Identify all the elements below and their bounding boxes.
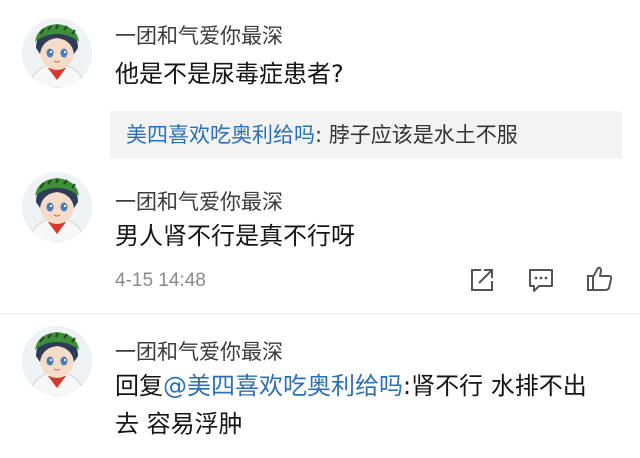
comment-username[interactable]: 一团和气爱你最深 (115, 186, 283, 216)
avatar-illustration (22, 18, 92, 88)
reply-text-line1: :肾不行 水排不出 (403, 372, 587, 400)
comment-item: 一团和气爱你最深 回复@美四喜欢吃奥利给吗:肾不行 水排不出 去 容易浮肿 (0, 320, 640, 458)
comment-timestamp: 4-15 14:48 (115, 270, 206, 291)
comment-item: 一团和气爱你最深 男人肾不行是真不行呀 4-15 14:48 (0, 170, 640, 320)
divider (0, 313, 640, 314)
comment-text-continued: 去 容易浮肿 (115, 410, 243, 438)
quote-text: 脖子应该是水土不服 (328, 123, 518, 147)
share-icon[interactable] (467, 265, 497, 295)
thumbs-up-icon[interactable] (585, 264, 615, 294)
comment-item: 一团和气爱你最深 他是不是尿毒症患者? 美四喜欢吃奥利给吗: 脖子应该是水土不服 (0, 0, 640, 170)
avatar[interactable] (22, 172, 92, 242)
quoted-reply[interactable]: 美四喜欢吃奥利给吗: 脖子应该是水土不服 (110, 111, 622, 159)
avatar[interactable] (22, 18, 92, 88)
mention-link[interactable]: @美四喜欢吃奥利给吗 (163, 372, 403, 400)
comment-text: 他是不是尿毒症患者? (115, 60, 344, 88)
comment-text: 回复@美四喜欢吃奥利给吗:肾不行 水排不出 (115, 368, 587, 404)
avatar[interactable] (22, 326, 92, 396)
comment-username[interactable]: 一团和气爱你最深 (115, 336, 283, 366)
comment-icon[interactable] (526, 265, 556, 295)
quote-separator: : (315, 123, 329, 147)
avatar-illustration (22, 326, 92, 396)
comment-text: 男人肾不行是真不行呀 (115, 222, 355, 250)
avatar-illustration (22, 172, 92, 242)
quote-author-link[interactable]: 美四喜欢吃奥利给吗 (126, 123, 315, 147)
comment-username[interactable]: 一团和气爱你最深 (115, 20, 283, 50)
reply-prefix: 回复 (115, 372, 163, 400)
